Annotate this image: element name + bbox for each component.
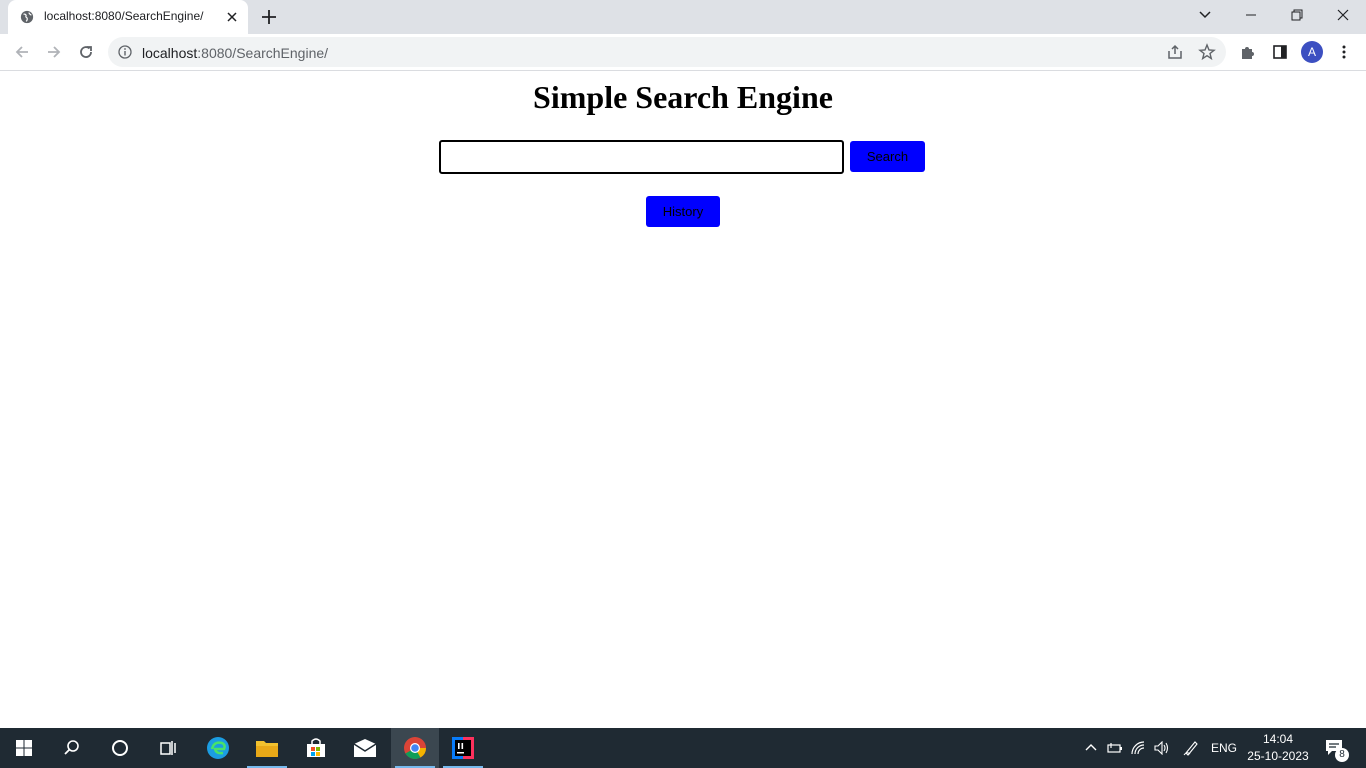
- language-indicator[interactable]: ENG: [1208, 728, 1240, 768]
- tab-title: localhost:8080/SearchEngine/: [44, 9, 204, 23]
- bookmark-star-icon[interactable]: [1198, 43, 1216, 61]
- menu-button[interactable]: [1334, 42, 1354, 62]
- search-icon: [64, 740, 79, 755]
- file-explorer-icon: [256, 741, 278, 757]
- search-input[interactable]: [439, 140, 844, 174]
- url-host: localhost: [142, 45, 198, 61]
- address-bar[interactable]: localhost:8080/SearchEngine/: [108, 37, 1226, 67]
- close-window-button[interactable]: [1320, 0, 1366, 30]
- close-tab-icon[interactable]: [224, 9, 240, 25]
- cortana-button[interactable]: [96, 728, 144, 768]
- restore-button[interactable]: [1274, 0, 1320, 30]
- notification-count-badge: 8: [1335, 748, 1349, 762]
- edge-taskbar-button[interactable]: [194, 728, 242, 768]
- side-panel-button[interactable]: [1270, 42, 1290, 62]
- store-icon: [307, 738, 325, 757]
- page-content: Simple Search Engine Search History: [0, 71, 1366, 728]
- puzzle-icon: [1242, 47, 1254, 59]
- task-view-icon: [160, 741, 176, 755]
- forward-arrow-icon: [48, 46, 61, 58]
- edge-icon: [207, 737, 229, 759]
- page-title: Simple Search Engine: [533, 79, 833, 115]
- forward-button[interactable]: [44, 42, 64, 62]
- clock-time: 14:04: [1262, 732, 1294, 746]
- taskbar: ENG 14:04 25-10-2023 8: [0, 728, 1366, 768]
- globe-icon: [20, 10, 34, 24]
- file-explorer-taskbar-button[interactable]: [243, 728, 291, 768]
- new-tab-icon[interactable]: [260, 8, 278, 26]
- taskbar-search-button[interactable]: [48, 728, 96, 768]
- volume-button[interactable]: [1151, 728, 1173, 768]
- close-icon: [1337, 9, 1349, 21]
- windows-start-icon: [16, 740, 32, 756]
- intellij-taskbar-button[interactable]: [439, 728, 487, 768]
- chevron-down-icon: [1199, 11, 1211, 19]
- network-button[interactable]: [1128, 728, 1150, 768]
- chrome-icon: [404, 737, 426, 759]
- chevron-up-icon: [1085, 744, 1097, 751]
- url-text: localhost:8080/SearchEngine/: [142, 45, 328, 61]
- url-path: :8080/SearchEngine/: [197, 45, 329, 61]
- pen-workspace-button[interactable]: [1180, 728, 1202, 768]
- battery-icon: [1107, 743, 1122, 753]
- side-panel-icon: [1273, 45, 1287, 59]
- intellij-icon: [452, 737, 474, 759]
- extensions-button[interactable]: [1238, 42, 1258, 62]
- history-button[interactable]: History: [646, 196, 720, 227]
- minimize-icon: [1246, 14, 1256, 16]
- task-view-button[interactable]: [144, 728, 192, 768]
- browser-tab[interactable]: localhost:8080/SearchEngine/: [8, 0, 248, 34]
- chrome-taskbar-button[interactable]: [391, 728, 439, 768]
- back-button[interactable]: [12, 42, 32, 62]
- volume-icon: [1154, 741, 1169, 755]
- battery-button[interactable]: [1104, 728, 1126, 768]
- wifi-icon: [1131, 741, 1145, 755]
- minimize-button[interactable]: [1228, 0, 1274, 30]
- mail-icon: [353, 739, 377, 757]
- clock[interactable]: 14:04 25-10-2023: [1240, 731, 1316, 765]
- share-icon[interactable]: [1166, 43, 1184, 61]
- search-button[interactable]: Search: [850, 141, 925, 172]
- show-hidden-icons-button[interactable]: [1080, 728, 1102, 768]
- browser-toolbar: localhost:8080/SearchEngine/ A: [0, 34, 1366, 71]
- mail-taskbar-button[interactable]: [341, 728, 389, 768]
- cortana-icon: [112, 740, 128, 756]
- reload-icon: [80, 46, 92, 58]
- pen-icon: [1183, 741, 1198, 756]
- back-arrow-icon: [15, 46, 28, 58]
- tab-search-button[interactable]: [1182, 0, 1228, 30]
- reload-button[interactable]: [76, 42, 96, 62]
- profile-avatar[interactable]: A: [1301, 41, 1323, 63]
- kebab-menu-icon: [1342, 45, 1346, 59]
- start-button[interactable]: [0, 728, 48, 768]
- clock-date: 25-10-2023: [1247, 749, 1309, 763]
- action-center-button[interactable]: 8: [1320, 728, 1350, 768]
- tab-strip: localhost:8080/SearchEngine/: [0, 0, 1366, 34]
- store-taskbar-button[interactable]: [292, 728, 340, 768]
- restore-icon: [1291, 9, 1303, 21]
- info-icon[interactable]: [118, 45, 132, 59]
